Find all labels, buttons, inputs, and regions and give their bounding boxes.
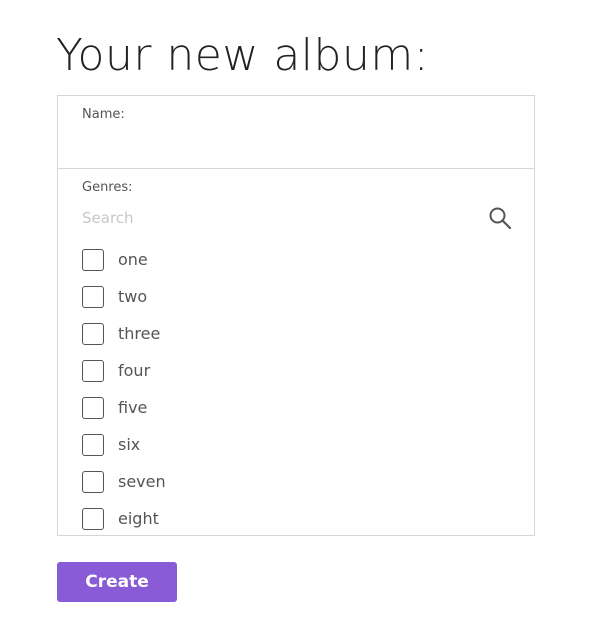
genre-option-six[interactable]: six bbox=[82, 426, 166, 463]
genre-option-three[interactable]: three bbox=[82, 315, 166, 352]
genre-label: eight bbox=[118, 508, 159, 528]
genre-label: seven bbox=[118, 471, 166, 491]
create-button[interactable]: Create bbox=[57, 562, 177, 602]
genre-label: three bbox=[118, 323, 161, 343]
genre-checkbox[interactable] bbox=[82, 396, 104, 419]
genre-checkbox[interactable] bbox=[82, 248, 104, 271]
genre-option-two[interactable]: two bbox=[82, 278, 166, 315]
genre-label: two bbox=[118, 286, 148, 306]
genre-checkbox[interactable] bbox=[82, 507, 104, 530]
genre-checkbox[interactable] bbox=[82, 433, 104, 456]
page-title: Your new album: bbox=[56, 30, 430, 81]
genre-label: four bbox=[118, 360, 151, 380]
genre-checkbox[interactable] bbox=[82, 322, 104, 345]
genre-option-one[interactable]: one bbox=[82, 241, 166, 278]
genre-label: five bbox=[118, 397, 148, 417]
genres-label: Genres: bbox=[82, 180, 133, 195]
genre-option-eight[interactable]: eight bbox=[82, 500, 166, 537]
genre-checkbox[interactable] bbox=[82, 470, 104, 493]
genre-option-five[interactable]: five bbox=[82, 389, 166, 426]
genre-option-four[interactable]: four bbox=[82, 352, 166, 389]
genre-list: one two three four five six seven eight bbox=[82, 241, 166, 537]
genre-checkbox[interactable] bbox=[82, 285, 104, 308]
genre-label: one bbox=[118, 249, 148, 269]
genre-search-input[interactable] bbox=[82, 204, 482, 232]
genre-option-seven[interactable]: seven bbox=[82, 463, 166, 500]
genre-checkbox[interactable] bbox=[82, 359, 104, 382]
name-input[interactable] bbox=[82, 128, 510, 158]
name-section: Name: bbox=[58, 96, 534, 169]
genre-label: six bbox=[118, 434, 141, 454]
name-label: Name: bbox=[82, 107, 125, 122]
search-icon[interactable] bbox=[488, 206, 512, 230]
album-form: Name: Genres: one two three four five bbox=[57, 95, 535, 536]
